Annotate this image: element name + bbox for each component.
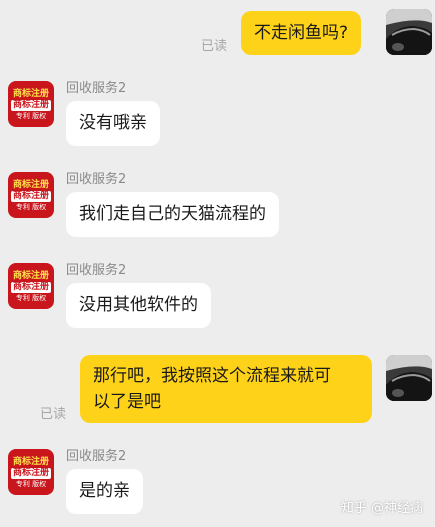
- avatar-text-line3: 专利 版权: [15, 111, 47, 120]
- merchant-avatar[interactable]: 商标注册 商标注册 专利 版权: [8, 263, 54, 309]
- message-text: 没有哦亲: [79, 113, 147, 133]
- avatar-text-line2: 商标注册: [10, 190, 51, 202]
- read-receipt: 已读: [201, 39, 228, 54]
- chat-screen: 已读 不走闲鱼吗? 商标注册 商标注册 专利 版权 回收服务2 没有哦亲 商标注…: [0, 0, 435, 527]
- message-text-line1: 那行吧，我按照这个流程来就可: [93, 366, 331, 386]
- avatar-text-line3: 专利 版权: [15, 479, 47, 488]
- read-receipt: 已读: [40, 407, 67, 422]
- incoming-message-bubble[interactable]: 我们走自己的天猫流程的: [66, 192, 279, 237]
- sender-name: 回收服务2: [66, 263, 127, 278]
- message-text-line2: 以了是吧: [93, 392, 161, 412]
- avatar-text-line3: 专利 版权: [15, 293, 47, 302]
- avatar-text-line1: 商标注册: [12, 88, 49, 99]
- outgoing-message-bubble[interactable]: 那行吧，我按照这个流程来就可 以了是吧: [80, 355, 372, 423]
- avatar-text-line1: 商标注册: [12, 270, 49, 281]
- user-avatar[interactable]: [386, 355, 432, 401]
- sender-name: 回收服务2: [66, 449, 127, 464]
- message-text: 我们走自己的天猫流程的: [79, 204, 266, 224]
- avatar-text-line1: 商标注册: [12, 456, 49, 467]
- sender-name: 回收服务2: [66, 172, 127, 187]
- avatar-text-line3: 专利 版权: [15, 202, 47, 211]
- avatar-text-line2: 商标注册: [10, 99, 51, 111]
- merchant-avatar[interactable]: 商标注册 商标注册 专利 版权: [8, 449, 54, 495]
- message-text: 不走闲鱼吗?: [254, 23, 349, 43]
- sender-name: 回收服务2: [66, 81, 127, 96]
- avatar-text-line1: 商标注册: [12, 179, 49, 190]
- avatar-text-line2: 商标注册: [10, 467, 51, 479]
- user-avatar[interactable]: [386, 9, 432, 55]
- car-photo-icon: [386, 355, 432, 401]
- outgoing-message-bubble[interactable]: 不走闲鱼吗?: [241, 11, 362, 55]
- merchant-avatar[interactable]: 商标注册 商标注册 专利 版权: [8, 81, 54, 127]
- incoming-message-bubble[interactable]: 没用其他软件的: [66, 283, 211, 328]
- incoming-message-bubble[interactable]: 是的亲: [66, 469, 143, 514]
- message-text: 是的亲: [79, 481, 130, 501]
- message-text: 没用其他软件的: [79, 295, 198, 315]
- car-photo-icon: [386, 9, 432, 55]
- avatar-text-line2: 商标注册: [10, 281, 51, 293]
- incoming-message-bubble[interactable]: 没有哦亲: [66, 101, 160, 146]
- merchant-avatar[interactable]: 商标注册 商标注册 专利 版权: [8, 172, 54, 218]
- zhihu-watermark: 知乎 @神经病: [340, 501, 423, 516]
